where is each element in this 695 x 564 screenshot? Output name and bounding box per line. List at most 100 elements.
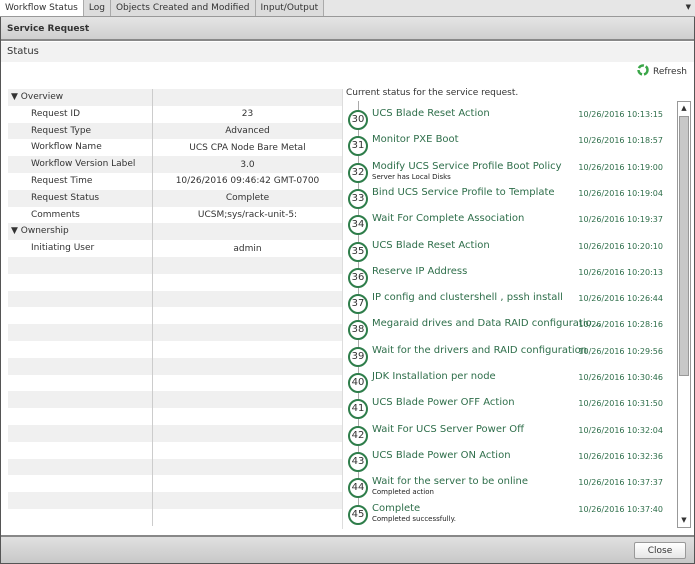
step-name: UCS Blade Reset Action [372,108,490,119]
tab-input-output[interactable]: Input/Output [255,0,325,16]
table-row: Workflow Version Label 3.0 [8,156,342,173]
table-row: Request ID 23 [8,105,342,123]
row-key: Request Type [8,122,153,140]
step-name: UCS Blade Power OFF Action [372,397,515,409]
step-time: 10/26/2016 10:19:37 [578,215,663,225]
step-item: 34 Wait For Complete Association 10/26/201… [346,211,677,237]
row-value: admin [233,243,262,254]
step-item: 31 Monitor PXE Boot 10/26/2016 10:18:57 [346,132,677,158]
step-item: 39 Wait for the drivers and RAID configur… [346,343,677,369]
table-row: Request Time 10/26/2016 09:46:42 GMT-0700 [8,172,342,190]
tab-workflow-status[interactable]: Workflow Status [0,0,84,16]
step-number: 38 [348,320,368,341]
tab-log[interactable]: Log [83,0,111,16]
step-detail: Server has Local Disks [372,172,451,181]
refresh-icon [637,64,649,79]
row-key [8,424,153,442]
table-row: Request Type Advanced [8,122,342,140]
table-row [8,273,342,291]
row-key [8,273,153,291]
row-value: Advanced [225,125,270,136]
step-number: 43 [348,451,368,472]
step-number: 37 [348,294,368,315]
table-row [8,290,342,308]
row-value: 23 [241,109,254,120]
step-item: 30 UCS Blade Reset Action 10/26/2016 10:13… [346,106,677,132]
table-row: Comments UCSM;sys/rack-unit-5: [8,206,342,224]
step-item: 44 Wait for the server to be online Comple… [346,474,677,500]
step-time: 10/26/2016 10:32:36 [578,451,663,461]
table-row [8,424,342,442]
row-value: 10/26/2016 09:46:42 GMT-0700 [175,176,320,187]
row-value: Complete [225,193,270,204]
row-key [8,256,153,274]
step-number: 30 [348,110,368,130]
table-row: Request Status Complete [8,189,342,207]
row-key [8,357,153,375]
step-time: 10/26/2016 10:19:04 [578,188,663,198]
tab-objects[interactable]: Objects Created and Modified [110,0,256,16]
scrollbar[interactable]: ▲ ▼ [677,101,691,528]
row-key [8,324,153,341]
row-key: Comments [8,206,153,224]
row-key [8,391,153,409]
close-button[interactable]: Close [634,542,686,559]
row-key: Request Time [8,172,153,190]
step-time: 10/26/2016 10:30:46 [578,373,663,382]
step-time: 10/26/2016 10:37:40 [578,504,663,514]
step-number: 39 [348,346,368,367]
table-row [8,357,342,375]
table-row: Initiating User admin [8,240,342,257]
refresh-button[interactable]: Refresh [637,64,687,79]
row-key: Request ID [8,105,153,123]
table-row [8,324,342,341]
step-number: 41 [348,399,368,420]
table-row [8,492,342,509]
table-row [8,307,342,325]
step-number: 40 [348,373,368,393]
table-row [8,475,342,493]
refresh-label: Refresh [653,66,687,77]
row-key [8,374,153,392]
table-row [8,374,342,392]
row-key: ▼ Overview [8,89,153,106]
row-key: Request Status [8,189,153,207]
status-title: Status [1,42,694,62]
step-item: 35 UCS Blade Reset Action 10/26/2016 10:20… [346,238,677,264]
row-value: UCS CPA Node Bare Metal [189,142,306,153]
table-row: Workflow Name UCS CPA Node Bare Metal [8,139,342,157]
row-key [8,441,153,459]
row-key: Workflow Name [8,139,153,157]
step-item: 45 Complete Completed successfully. 10/26/2… [346,501,677,527]
row-key [8,475,153,493]
row-key [8,492,153,509]
step-name: Wait For Complete Association [372,213,525,225]
step-name: Complete [372,502,421,514]
step-name: Monitor PXE Boot [372,134,459,146]
step-time: 10/26/2016 10:31:50 [578,399,663,409]
section-header[interactable]: ▼ Overview [8,89,342,106]
row-key [8,290,153,308]
scroll-up-icon[interactable]: ▲ [678,102,690,115]
step-item: 40 JDK Installation per node 10/26/2016 10… [346,369,677,395]
step-time: 10/26/2016 10:20:13 [578,267,663,277]
step-name: Wait for the drivers and RAID configurat… [372,344,588,356]
tab-bar: Workflow Status Log Objects Created and … [0,0,695,17]
step-detail: Completed successfully. [372,514,456,523]
row-key [8,307,153,325]
section-header[interactable]: ▼ Ownership [8,223,342,241]
step-number: 35 [348,241,368,262]
tab-menu-icon[interactable]: ▼ [686,3,691,11]
scroll-thumb[interactable] [679,116,689,376]
step-number: 45 [348,504,368,525]
step-name: Megaraid drives and Data RAID configurat… [372,318,602,330]
row-value: UCSM;sys/rack-unit-5: [197,209,298,220]
details-table: ▼ Overview Request ID 23 Request Type Advanc… [8,89,343,529]
table-row [8,508,342,526]
table-row [8,458,342,476]
scroll-down-icon[interactable]: ▼ [678,514,690,527]
step-number: 36 [348,267,368,288]
step-item: 38 Megaraid drives and Data RAID configur… [346,316,677,342]
step-time: 10/26/2016 10:32:04 [578,425,663,435]
steps-list: 30 UCS Blade Reset Action 10/26/2016 10:13… [346,101,677,527]
